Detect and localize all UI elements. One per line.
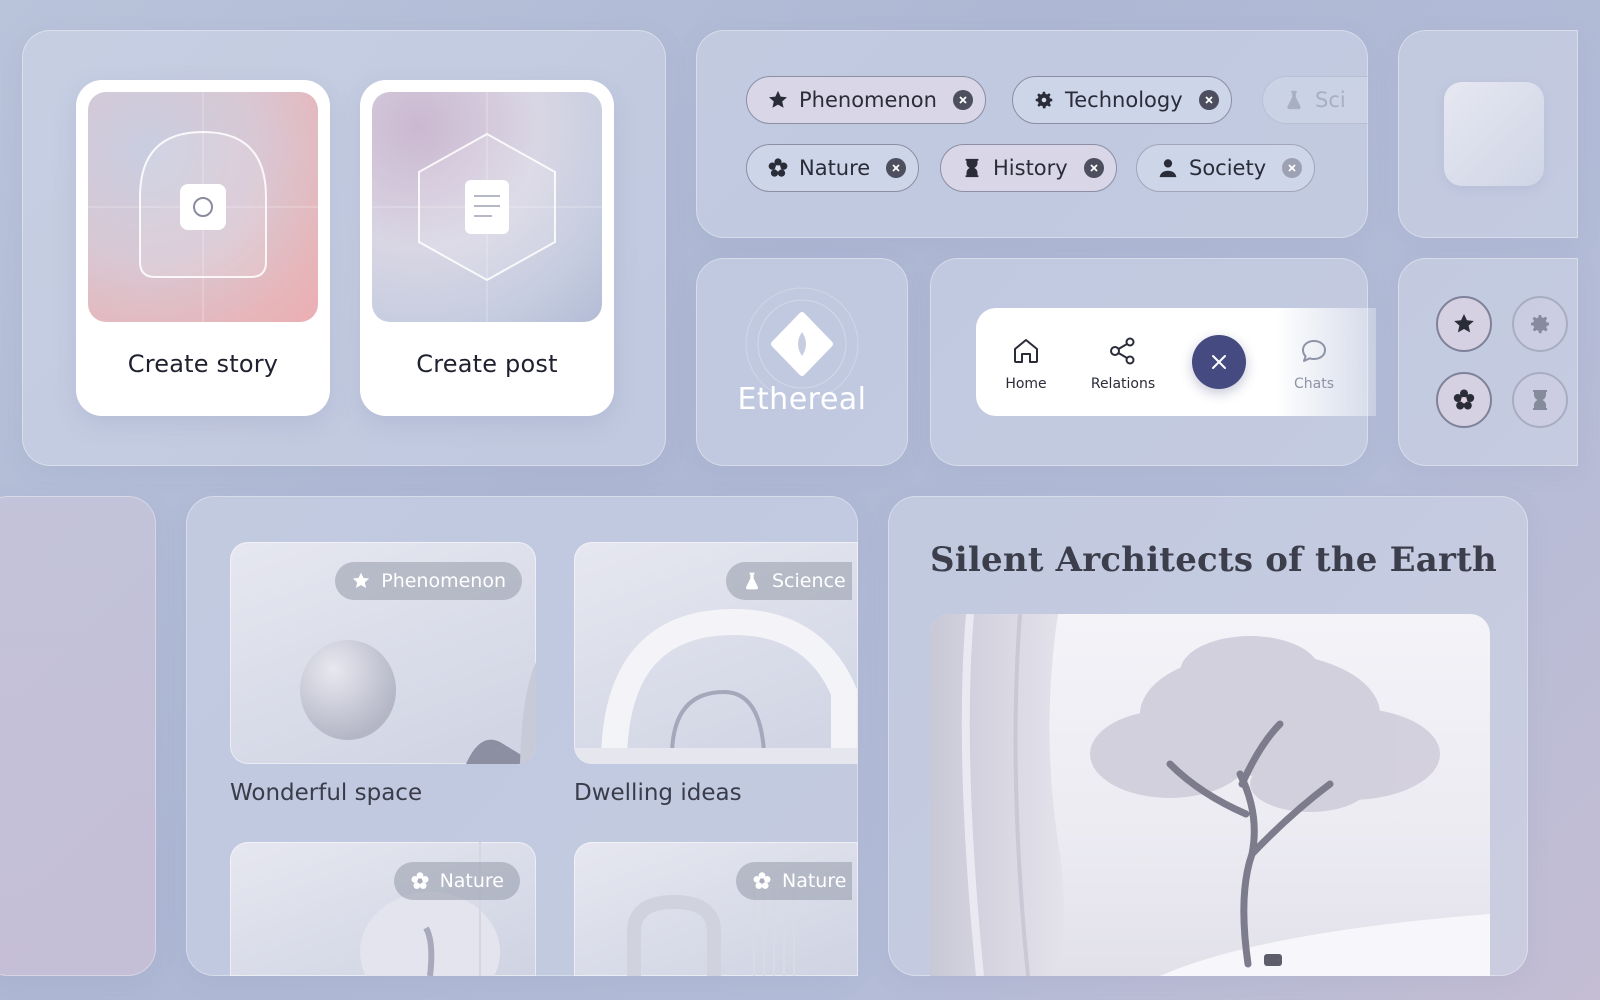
create-story-label: Create story bbox=[127, 350, 279, 378]
chip-label: Technology bbox=[1065, 88, 1183, 112]
flower-icon bbox=[752, 871, 772, 891]
chip-label: History bbox=[993, 156, 1068, 180]
category-button-hourglass[interactable] bbox=[1512, 372, 1568, 428]
nav-relations-label: Relations bbox=[1090, 376, 1156, 392]
chip-remove-icon[interactable] bbox=[1083, 158, 1104, 178]
nav-close-button[interactable] bbox=[1192, 335, 1246, 389]
chip-remove-icon[interactable] bbox=[1282, 158, 1303, 178]
nav-relations[interactable]: Relations bbox=[1088, 336, 1158, 392]
content-tag: Science bbox=[726, 562, 852, 600]
hourglass-icon bbox=[1528, 388, 1552, 412]
chip-remove-icon[interactable] bbox=[1198, 90, 1219, 110]
content-tag: Phenomenon bbox=[335, 562, 522, 600]
bottom-navbar: Home Relations Chats bbox=[976, 308, 1376, 416]
chip-label: Society bbox=[1189, 156, 1267, 180]
create-post-thumbnail bbox=[372, 92, 602, 322]
flask-icon bbox=[742, 571, 762, 591]
category-panel bbox=[1398, 258, 1578, 466]
content-tag: Nature bbox=[393, 862, 520, 900]
flower-icon bbox=[1452, 388, 1476, 412]
chip-society[interactable]: Society bbox=[1136, 144, 1316, 192]
chip-history[interactable]: History bbox=[940, 144, 1117, 192]
flask-icon bbox=[1283, 89, 1305, 111]
gear-icon bbox=[1033, 89, 1055, 111]
chip-label: Phenomenon bbox=[799, 88, 937, 112]
content-card-title-1: Wonderful space bbox=[230, 780, 423, 806]
ethereal-logo-icon bbox=[745, 287, 859, 398]
document-icon bbox=[372, 92, 602, 322]
chip-nature[interactable]: Nature bbox=[746, 144, 920, 192]
star-icon bbox=[767, 89, 789, 111]
brand-logo: Ethereal bbox=[696, 258, 908, 466]
nav-chats-label: Chats bbox=[1293, 376, 1334, 392]
chip-label: Nature bbox=[799, 156, 871, 180]
tree-illustration-image bbox=[930, 614, 1490, 976]
create-story-card[interactable]: Create story bbox=[76, 80, 330, 416]
chip-science-partial[interactable]: Sci bbox=[1262, 76, 1368, 124]
content-tag-label: Science bbox=[772, 570, 846, 592]
content-card-title-2: Dwelling ideas bbox=[574, 780, 742, 806]
content-card-thumbnail-3[interactable]: Nature bbox=[230, 842, 536, 976]
chip-phenomenon[interactable]: Phenomenon bbox=[746, 76, 986, 124]
chat-icon bbox=[1299, 336, 1329, 366]
star-icon bbox=[1452, 312, 1476, 336]
gear-icon bbox=[1528, 312, 1552, 336]
chips-panel bbox=[696, 30, 1368, 238]
chip-remove-icon[interactable] bbox=[886, 158, 907, 178]
person-icon bbox=[1157, 157, 1179, 179]
star-icon bbox=[351, 571, 371, 591]
flower-icon bbox=[410, 871, 430, 891]
nav-home-label: Home bbox=[1005, 376, 1047, 392]
chip-technology[interactable]: Technology bbox=[1012, 76, 1232, 124]
relations-icon bbox=[1108, 336, 1138, 366]
category-button-star[interactable] bbox=[1436, 296, 1492, 352]
article-title: Silent Architects of the Earth bbox=[930, 540, 1497, 580]
create-story-thumbnail bbox=[88, 92, 318, 322]
hourglass-icon bbox=[961, 157, 983, 179]
category-button-gear[interactable] bbox=[1512, 296, 1568, 352]
home-icon bbox=[1011, 336, 1041, 366]
content-tag-label: Nature bbox=[782, 870, 847, 892]
brand-name: Ethereal bbox=[737, 382, 867, 417]
article-hero-image[interactable] bbox=[930, 614, 1490, 976]
partial-tile bbox=[1444, 82, 1544, 186]
nav-chats[interactable]: Chats bbox=[1290, 336, 1338, 392]
content-tag: Nature bbox=[736, 862, 853, 900]
nav-home[interactable]: Home bbox=[998, 336, 1054, 392]
chip-label: Sci bbox=[1315, 88, 1346, 112]
content-card-thumbnail-2[interactable]: Science bbox=[574, 542, 858, 764]
content-tag-label: Phenomenon bbox=[381, 570, 506, 592]
chip-remove-icon[interactable] bbox=[952, 90, 973, 110]
camera-icon bbox=[88, 92, 318, 322]
content-card-thumbnail-1[interactable]: Phenomenon bbox=[230, 542, 536, 764]
category-button-flower[interactable] bbox=[1436, 372, 1492, 428]
flower-icon bbox=[767, 157, 789, 179]
create-post-card[interactable]: Create post bbox=[360, 80, 614, 416]
close-icon bbox=[1210, 353, 1228, 371]
content-card-thumbnail-4[interactable]: Nature bbox=[574, 842, 858, 976]
create-post-label: Create post bbox=[416, 350, 558, 378]
content-tag-label: Nature bbox=[439, 870, 504, 892]
left-edge-panel bbox=[0, 496, 156, 976]
